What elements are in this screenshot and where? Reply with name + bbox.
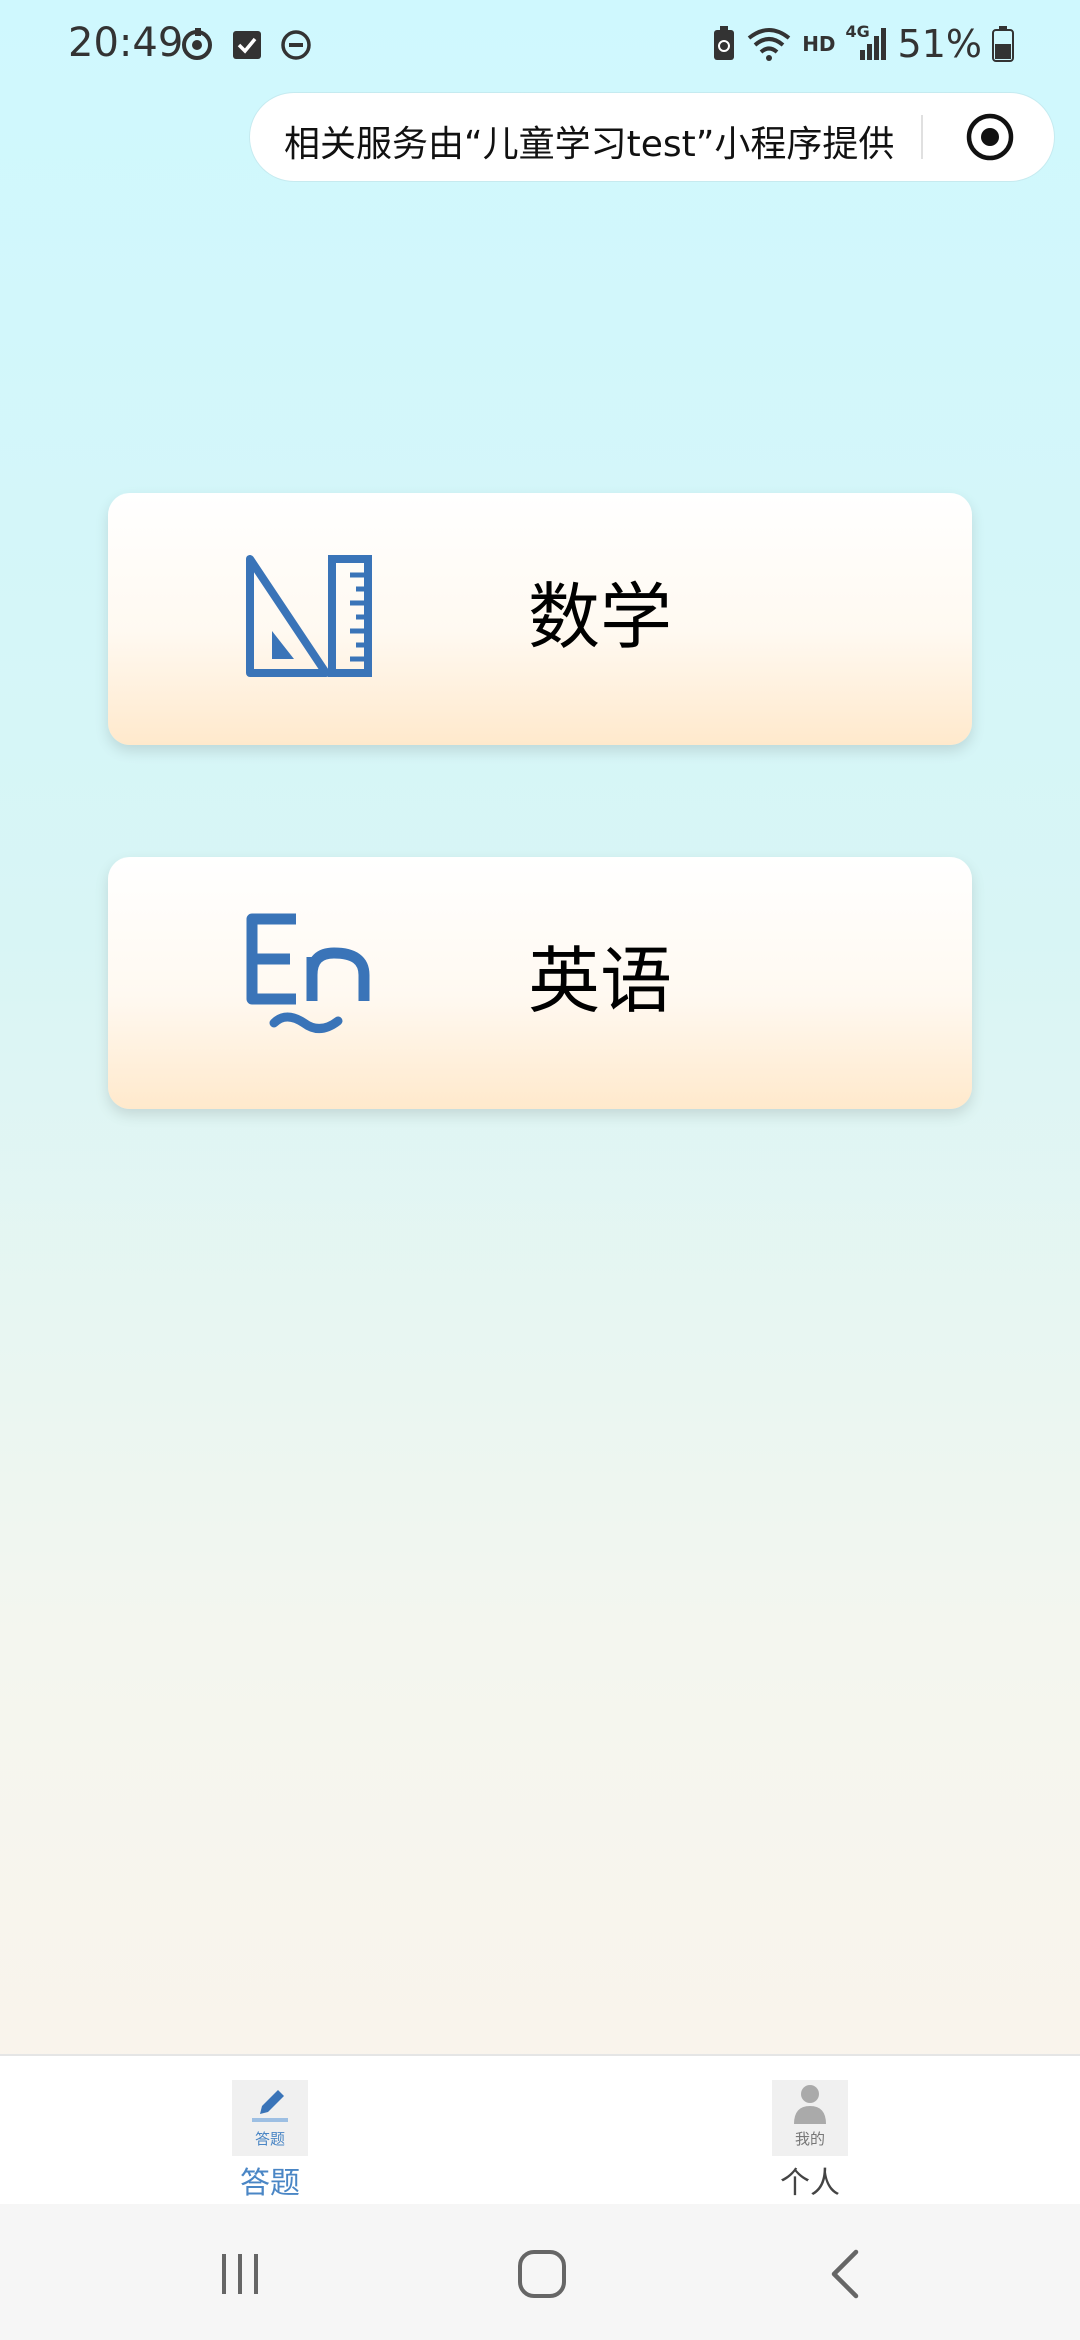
network-type: 4G [846, 22, 888, 62]
status-right: HD 4G 51% [712, 22, 1014, 66]
recent-apps-icon[interactable] [210, 2244, 270, 2304]
back-icon[interactable] [816, 2244, 876, 2304]
tab-answer[interactable]: 答题 答题 [170, 2066, 370, 2201]
checkbox-icon [233, 31, 261, 59]
battery-saver-icon [714, 26, 735, 60]
en-letters-icon [246, 913, 370, 1033]
capsule-divider [921, 115, 923, 159]
english-card[interactable]: 英语 [108, 857, 972, 1109]
math-card[interactable]: 数学 [108, 493, 972, 745]
status-bar: 20:49 HD 4G 51% [0, 0, 1080, 92]
tab-answer-label: 答题 [240, 2166, 300, 2201]
tab-answer-thumbnail: 答题 [232, 2080, 308, 2156]
person-icon [794, 2085, 826, 2124]
math-label: 数学 [528, 575, 673, 659]
tab-answer-thumb-label: 答题 [254, 2130, 285, 2148]
battery-percent: 51% [897, 22, 982, 66]
english-label: 英语 [528, 939, 673, 1023]
tab-profile[interactable]: 我的 个人 [710, 2066, 910, 2201]
tab-profile-label: 个人 [780, 2166, 840, 2201]
ruler-triangle-icon [246, 555, 372, 677]
status-time: 20:49 [68, 20, 184, 66]
tab-profile-thumb-label: 我的 [794, 2130, 825, 2148]
pencil-icon [252, 2090, 288, 2122]
hd-label: HD [802, 32, 836, 56]
tab-profile-thumbnail: 我的 [772, 2080, 848, 2156]
do-not-disturb-icon [281, 30, 311, 60]
weibo-icon [182, 28, 212, 60]
battery-icon [992, 26, 1014, 62]
tab-bar: 答题 答题 我的 个人 [0, 2054, 1080, 2206]
signal-icon [859, 28, 886, 60]
notification-icons [180, 28, 312, 62]
home-icon[interactable] [512, 2244, 572, 2304]
system-nav-bar [0, 2204, 1080, 2340]
service-provider-text: 相关服务由“儿童学习test”小程序提供 [284, 124, 895, 165]
mini-program-capsule[interactable]: 相关服务由“儿童学习test”小程序提供 [250, 93, 1054, 181]
record-icon[interactable] [966, 113, 1014, 161]
wifi-icon [747, 28, 791, 61]
